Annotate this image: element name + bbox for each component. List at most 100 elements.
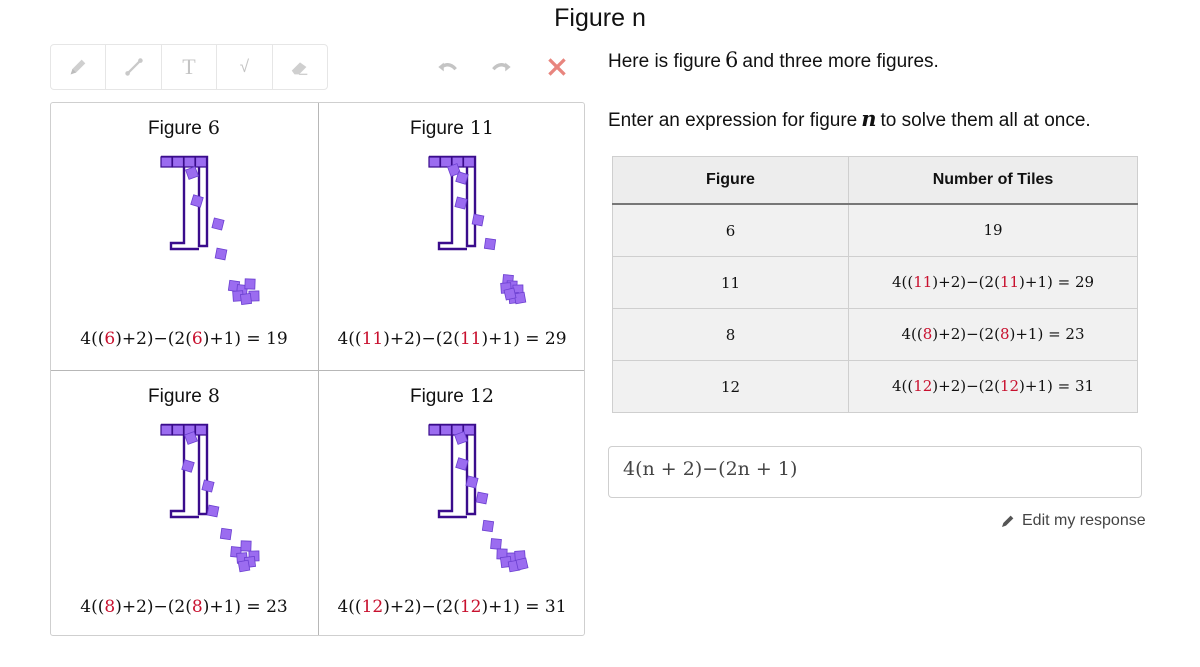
figure-outline <box>429 423 477 519</box>
prompt-text: to solve them all at once. <box>880 110 1091 131</box>
figure-tile <box>465 475 479 489</box>
expr-n-value: 8 <box>922 325 933 343</box>
expr-part: = <box>241 329 267 349</box>
expr-n-value: 11 <box>361 329 384 349</box>
edit-response-link[interactable]: Edit my response <box>1000 512 1146 530</box>
figure-tile <box>194 424 208 436</box>
redo-icon <box>492 62 511 72</box>
expr-result: 29 <box>544 329 567 349</box>
expr-part: 4( <box>80 597 98 617</box>
expr-n-value: 11 <box>913 273 933 291</box>
figure-tile <box>214 247 228 261</box>
page-title: Figure n <box>554 4 646 32</box>
expr-n-value: 8 <box>104 597 116 617</box>
expr-n-value: 8 <box>191 597 203 617</box>
figure-tile <box>211 217 225 231</box>
figure-expression: 4((12)+2)−(2(12)+1) = 31 <box>319 597 585 617</box>
expr-result: 31 <box>544 597 567 617</box>
tiles-cell: 4((11)+2)−(2(11)+1) = 29 <box>848 256 1138 309</box>
drawing-toolbar: T √ <box>50 44 328 90</box>
redo-button[interactable] <box>487 52 517 82</box>
figure-drawing <box>160 155 260 306</box>
undo-button[interactable] <box>432 52 462 82</box>
table-row: 11 4((11)+2)−(2(11)+1) = 29 <box>612 256 1138 309</box>
figure-number-cell: 6 <box>612 203 849 257</box>
undo-icon <box>438 62 457 72</box>
figure-number-cell: 12 <box>612 360 849 413</box>
expr-part: )+1) <box>202 597 242 617</box>
line-tool-button[interactable] <box>106 45 162 89</box>
expr-result: 31 <box>1074 377 1095 395</box>
figure-tile <box>171 424 185 436</box>
figure-title-label: Figure <box>148 386 202 407</box>
figure-title: Figure 12 <box>319 385 585 408</box>
expr-part: = <box>241 597 267 617</box>
figure-tile <box>481 519 495 533</box>
figure-tile <box>206 504 220 518</box>
tiles-expression: 4((12)+2)−(2(12)+1) = 31 <box>892 377 1094 395</box>
figure-tile <box>428 156 441 168</box>
expr-part: )+1) <box>202 329 242 349</box>
figure-tile <box>439 424 453 436</box>
pencil-icon <box>1002 515 1014 527</box>
expr-part: )+2)−(2( <box>932 325 1000 343</box>
tiles-cell: 19 <box>848 203 1138 257</box>
figure-tile <box>194 156 208 168</box>
figure-title-number: 8 <box>207 385 220 407</box>
pencil-tool-button[interactable] <box>51 45 107 89</box>
figure-tile <box>515 557 529 571</box>
expression-answer-field[interactable]: 4(n + 2)−(2n + 1) <box>608 446 1142 498</box>
expr-part: = <box>1043 325 1066 343</box>
figure-tile <box>428 424 441 436</box>
expr-part: 4( <box>80 329 98 349</box>
expr-part: )+1) <box>1019 273 1053 291</box>
figure-expression: 4((6)+2)−(2(6)+1) = 19 <box>51 329 317 349</box>
expr-n-value: 6 <box>104 329 116 349</box>
figure-cell-8: Figure 8 4((8)+2)−(2(8)+1) = 23 <box>51 371 317 637</box>
figure-cell-12: Figure 12 4((12)+2)−(2(12)+1) = 31 <box>319 371 585 637</box>
column-header-tiles: Number of Tiles <box>848 156 1138 205</box>
figure-tile <box>240 540 252 552</box>
figure-tile <box>171 156 185 168</box>
figure-expression: 4((8)+2)−(2(8)+1) = 23 <box>51 597 317 617</box>
expr-n-value: 12 <box>999 377 1020 395</box>
figure-cell-6: Figure 6 4((6)+2)−(2(6)+1) = 19 <box>51 103 317 369</box>
eraser-tool-button[interactable] <box>273 45 327 89</box>
prompt-text: and three more figures. <box>742 51 939 72</box>
expr-n-value: 11 <box>459 329 482 349</box>
figure-cell-11: Figure 11 4((11)+2)−(2(11)+1) = 29 <box>319 103 585 369</box>
expr-n-value: 11 <box>999 273 1020 291</box>
math-tool-button[interactable]: √ <box>217 45 273 89</box>
figure-drawing <box>428 155 527 305</box>
expr-part: )+2)−(2( <box>115 329 192 349</box>
table-row: 12 4((12)+2)−(2(12)+1) = 31 <box>612 360 1138 413</box>
expr-result: 29 <box>1074 273 1095 291</box>
expr-result: 23 <box>1065 325 1085 343</box>
tiles-expression: 4((11)+2)−(2(11)+1) = 29 <box>892 273 1094 291</box>
expr-n-value: 12 <box>361 597 384 617</box>
expr-part: )+2)−(2( <box>115 597 192 617</box>
figure-title-number: 11 <box>469 117 495 139</box>
figure-tile <box>185 166 199 180</box>
expr-part: = <box>519 329 545 349</box>
figure-title: Figure 8 <box>51 385 317 408</box>
pencil-icon <box>70 59 86 75</box>
prompt-line-1: Here is figure 6 and three more figures. <box>608 48 939 73</box>
expr-part: 4( <box>337 597 355 617</box>
tiles-value: 19 <box>983 221 1003 239</box>
figure-expression: 4((11)+2)−(2(11)+1) = 29 <box>319 329 585 349</box>
tiles-cell: 4((8)+2)−(2(8)+1) = 23 <box>848 308 1138 361</box>
figure-tile <box>454 196 468 210</box>
table-header-row: Figure Number of Tiles <box>612 156 1138 205</box>
column-header-figure: Figure <box>612 156 849 205</box>
expr-n-value: 12 <box>913 377 933 395</box>
figure-tile <box>244 278 256 290</box>
figure-tile <box>483 237 497 251</box>
expr-part: = <box>1052 273 1075 291</box>
figure-tile <box>490 538 502 550</box>
tiles-cell: 4((12)+2)−(2(12)+1) = 31 <box>848 360 1138 413</box>
expr-part: )+1) <box>481 329 520 349</box>
clear-button[interactable] <box>542 52 572 82</box>
figure-tile <box>237 559 251 573</box>
text-tool-button[interactable]: T <box>162 45 218 89</box>
